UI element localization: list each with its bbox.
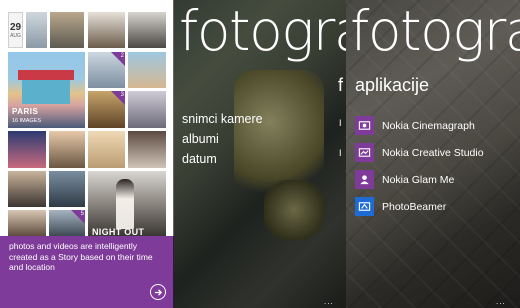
- next-button[interactable]: [150, 284, 166, 300]
- nav-item-camera-roll[interactable]: snimci kamere: [182, 112, 263, 126]
- app-label: PhotoBeamer: [382, 200, 447, 213]
- section-title-apps: aplikacije: [355, 75, 430, 95]
- tile-badge: 2: [120, 53, 124, 59]
- story-tile-paris[interactable]: PARIS 16 IMAGES: [8, 52, 85, 128]
- peek-item: I: [339, 148, 342, 158]
- story-info-banner: photos and videos are intelligently crea…: [0, 236, 174, 308]
- app-item-cinemagraph[interactable]: Nokia Cinemagraph: [355, 116, 475, 135]
- peek-item: I: [339, 118, 342, 128]
- photo-tile[interactable]: 3: [88, 91, 125, 128]
- photo-tile[interactable]: [49, 131, 85, 168]
- story-title-paris: PARIS: [12, 107, 39, 116]
- photo-tile[interactable]: 5: [49, 210, 85, 236]
- nav-item-albums[interactable]: albumi: [182, 132, 219, 146]
- app-label: Nokia Glam Me: [382, 173, 455, 186]
- photo-tile[interactable]: [50, 12, 84, 48]
- app-label: Nokia Creative Studio: [382, 146, 484, 159]
- cinemagraph-icon: [355, 116, 374, 135]
- hub-title: fotografije: [350, 0, 520, 63]
- photo-tile[interactable]: [26, 12, 47, 48]
- beach-hut-roof: [18, 70, 74, 80]
- photo-tile[interactable]: [128, 131, 166, 168]
- story-date-month: AUG: [10, 32, 21, 39]
- story-count-paris: 16 IMAGES: [12, 118, 42, 124]
- story-panel: 29 AUG PARIS 16 IMAGES 2 3 5 NIGHT OUT p…: [0, 0, 174, 308]
- story-date-day: 29: [9, 21, 22, 33]
- photo-tile[interactable]: [128, 52, 166, 88]
- photos-hub-panel: fotografije snimci kamere albumi datum f…: [174, 0, 346, 308]
- tile-badge: 3: [120, 92, 124, 98]
- tile-badge: 5: [80, 211, 84, 217]
- person-figure: [116, 179, 134, 229]
- apps-panel: fotografije aplikacije Nokia Cinemagraph…: [346, 0, 520, 308]
- nav-item-date[interactable]: datum: [182, 152, 217, 166]
- app-label: Nokia Cinemagraph: [382, 119, 475, 132]
- app-item-creative-studio[interactable]: Nokia Creative Studio: [355, 143, 484, 162]
- creative-studio-icon: [355, 143, 374, 162]
- story-date-tile[interactable]: 29 AUG: [8, 12, 23, 48]
- photo-tile[interactable]: [128, 91, 166, 128]
- hub-title: fotografije: [179, 0, 346, 63]
- app-item-photobeamer[interactable]: PhotoBeamer: [355, 197, 446, 216]
- beach-hut: [22, 80, 70, 104]
- story-info-text: photos and videos are intelligently crea…: [9, 241, 153, 272]
- photo-tile[interactable]: [88, 131, 125, 168]
- photo-tile[interactable]: [128, 12, 166, 48]
- glam-me-icon: [355, 170, 374, 189]
- photo-tile[interactable]: [8, 210, 46, 236]
- photo-tile[interactable]: [8, 131, 46, 168]
- photo-tile[interactable]: [8, 171, 46, 207]
- photobeamer-icon: [355, 197, 374, 216]
- app-bar-more-dots[interactable]: ...: [496, 297, 506, 306]
- photo-tile[interactable]: [88, 12, 125, 48]
- arrow-right-icon: [154, 288, 162, 296]
- next-section-peek[interactable]: f: [338, 75, 343, 96]
- app-bar-more-dots[interactable]: ...: [324, 297, 334, 306]
- photo-tile[interactable]: 2: [88, 52, 125, 88]
- app-item-glam-me[interactable]: Nokia Glam Me: [355, 170, 454, 189]
- photo-tile[interactable]: [49, 171, 85, 207]
